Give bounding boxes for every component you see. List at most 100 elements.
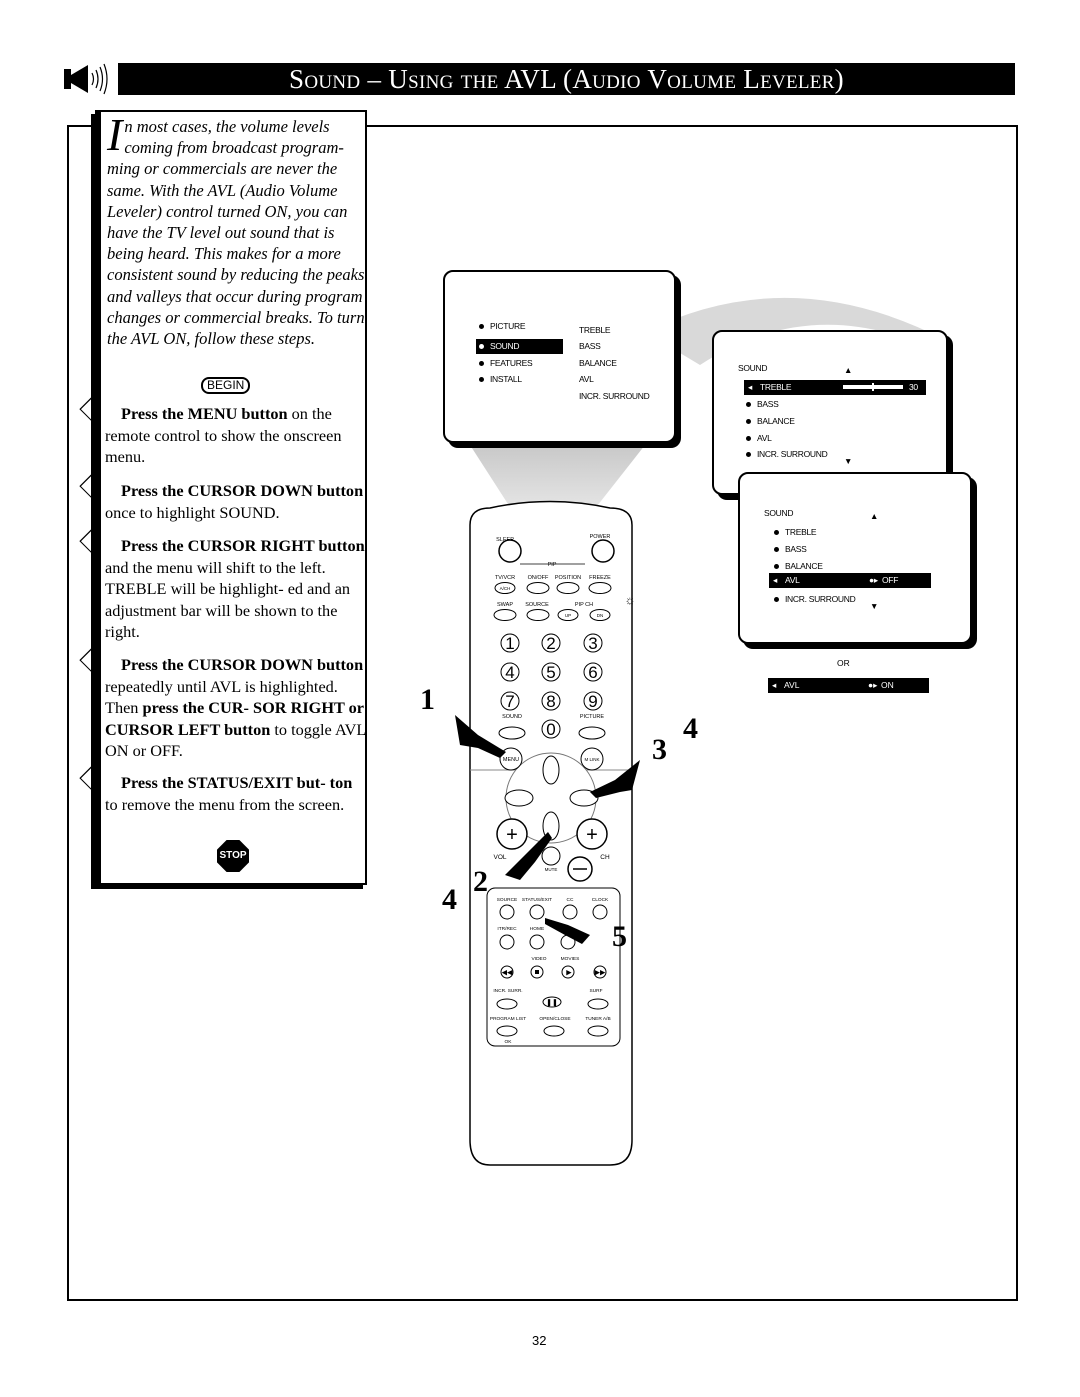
callout-step-5: 5	[612, 920, 627, 953]
pip-onoff-button[interactable]	[526, 582, 550, 594]
power-button[interactable]	[591, 539, 615, 563]
digit-label: 9	[588, 692, 597, 711]
swap-label: SWAP	[497, 602, 513, 608]
step-bold: Press the CURSOR DOWN button	[121, 481, 364, 500]
picture-button[interactable]	[578, 726, 606, 740]
cc-button[interactable]	[562, 904, 578, 920]
menu-item-picture[interactable]: PICTURE	[490, 321, 526, 331]
menu-highlight: ◂ AVL ●▸ OFF	[769, 573, 931, 588]
digit-label: 3	[588, 634, 597, 653]
onoff-label: ON/OFF	[528, 575, 549, 581]
step-bold: Press the CURSOR RIGHT button	[121, 536, 365, 555]
mute-button[interactable]	[541, 846, 561, 866]
plus-icon: +	[506, 824, 518, 846]
home-button[interactable]	[529, 934, 545, 950]
surf-button[interactable]	[587, 998, 609, 1010]
menu-item-incr-surround[interactable]: INCR. SURROUND	[785, 594, 856, 604]
digit-label: 8	[546, 692, 555, 711]
step-1: 1 Press the MENU button on the remote con…	[92, 403, 369, 468]
menu-item-balance[interactable]: BALANCE	[785, 561, 823, 571]
step-number: 2	[81, 480, 111, 500]
status-exit-button[interactable]	[529, 904, 545, 920]
submenu-item: BALANCE	[579, 358, 617, 368]
or-label: OR	[837, 658, 850, 668]
menu-item-treble[interactable]: TREBLE	[785, 527, 817, 537]
menu-item-install[interactable]: INSTALL	[490, 374, 522, 384]
source2-button[interactable]	[499, 904, 515, 920]
svg-text:▶: ▶	[566, 970, 572, 977]
menu-item-features[interactable]: FEATURES	[490, 358, 533, 368]
sleep-button[interactable]	[498, 539, 522, 563]
step-number: 3	[81, 535, 111, 555]
menu-item-avl[interactable]: AVL	[785, 575, 800, 585]
slider-handle[interactable]	[872, 383, 874, 391]
sound-label: SOUND	[502, 714, 522, 720]
svg-text:❚❚: ❚❚	[546, 999, 558, 1007]
step-text: to remove the menu from the screen.	[105, 794, 345, 814]
menu-item-incr-surround[interactable]: INCR. SURROUND	[757, 449, 828, 459]
avl-on-bar: ◂ AVL ●▸ ON	[768, 678, 929, 693]
swap-button[interactable]	[493, 609, 517, 621]
menu-item-balance[interactable]: BALANCE	[757, 416, 795, 426]
submenu-item: BASS	[579, 341, 601, 351]
incr-surr-button[interactable]	[496, 998, 518, 1010]
toggle-arrows-icon: ●▸	[868, 680, 878, 690]
instructions-box: In most cases, the volume levels coming …	[92, 109, 369, 885]
step-text: and the menu will shift to the left. TRE…	[105, 557, 351, 642]
incr-surr-label: INCR. SURR.	[493, 988, 522, 994]
status-exit-label: STATUS/EXIT	[522, 897, 552, 903]
menu-highlight: ◂ TREBLE 30	[744, 380, 926, 395]
digit-label: 5	[546, 663, 555, 682]
treble-slider[interactable]	[843, 383, 903, 391]
drop-cap: I	[107, 109, 123, 160]
plus-icon: +	[586, 824, 598, 846]
step-bold: Press the MENU button	[121, 404, 288, 423]
begin-badge: BEGIN	[201, 377, 251, 394]
source-label: SOURCE	[497, 897, 518, 903]
position-label: POSITION	[555, 575, 581, 581]
callout-step-4: 4	[683, 712, 698, 745]
program-list-button[interactable]	[496, 1025, 518, 1037]
menu-item-sound[interactable]: SOUND	[490, 341, 520, 351]
itrrec-button[interactable]	[499, 934, 515, 950]
step-2: 2 Press the CURSOR DOWN button once to hi…	[92, 480, 369, 523]
source-label: SOURCE	[525, 602, 549, 608]
menu-item-avl[interactable]: AVL	[757, 433, 772, 443]
cursor-left-button[interactable]	[504, 789, 534, 807]
itrrec-label: ITR/REC	[497, 926, 517, 932]
digit-label: 0	[546, 720, 555, 739]
step-3: 3 Press the CURSOR RIGHT button and the m…	[92, 535, 369, 643]
picture-label: PICTURE	[580, 714, 604, 720]
avl-label: AVL	[784, 680, 800, 690]
menu-item-bass[interactable]: BASS	[785, 544, 807, 554]
scroll-up-icon: ▲	[844, 365, 853, 375]
video-label: VIDEO	[532, 956, 547, 962]
program-list-label: PROGRAM LIST	[490, 1016, 526, 1022]
clock-button[interactable]	[592, 904, 608, 920]
cursor-up-button[interactable]	[542, 755, 560, 785]
source-button[interactable]	[526, 609, 550, 621]
step-text: once to highlight SOUND.	[105, 502, 280, 522]
sound-menu-treble-screen: SOUND ▲ ◂ TREBLE 30 BASS BALANCE AVL INC…	[712, 330, 948, 495]
pipch-label: PIP CH	[575, 602, 593, 608]
main-menu-screen: PICTURE SOUND FEATURES INSTALL TREBLE BA…	[443, 270, 676, 443]
light-icon: ☼	[625, 593, 636, 607]
callout-step-2: 2	[473, 865, 488, 898]
clock-label: CLOCK	[592, 897, 609, 903]
step-number: 5	[81, 772, 111, 792]
tuner-button[interactable]	[587, 1025, 609, 1037]
intro-text: n most cases, the volume levels coming f…	[107, 117, 365, 349]
menu-item-treble[interactable]: TREBLE	[760, 382, 792, 392]
step-5: 5 Press the STATUS/EXIT but- ton to remov…	[92, 772, 369, 815]
sound-button[interactable]	[498, 726, 526, 740]
pip-position-button[interactable]	[556, 582, 580, 594]
sound-menu-avl-screen: SOUND ▲ TREBLE BASS BALANCE ◂ AVL ●▸ OFF…	[738, 472, 972, 644]
freeze-label: FREEZE	[589, 575, 611, 581]
open-close-button[interactable]	[543, 1025, 565, 1037]
step-4: 4 Press the CURSOR DOWN button repeatedly…	[92, 654, 369, 762]
mute-label: MUTE	[545, 867, 558, 872]
scroll-down-icon: ▼	[844, 456, 853, 466]
pip-label: PIP	[548, 562, 557, 568]
freeze-button[interactable]	[588, 582, 612, 594]
menu-item-bass[interactable]: BASS	[757, 399, 779, 409]
